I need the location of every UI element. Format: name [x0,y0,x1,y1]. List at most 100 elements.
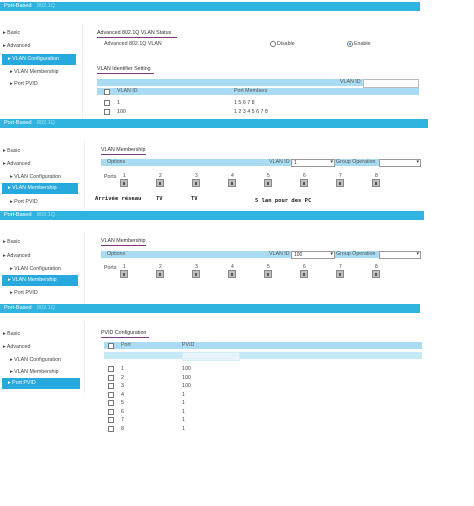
row-checkbox[interactable] [108,400,114,406]
nav-vlan-membership[interactable]: ▸ VLAN Membership [10,69,59,75]
ethernet-port-icon[interactable] [336,270,344,278]
nav-vlan-membership[interactable]: ▸ VLAN Membership [2,275,78,286]
row-checkbox[interactable] [108,425,114,432]
group-operation-label: Group Operation [336,251,376,257]
pvid-table-header [104,342,422,349]
nav-basic[interactable]: ▸ Basic [3,331,20,337]
nav-advanced[interactable]: ▸ Advanced [3,43,30,49]
ethernet-port-icon[interactable] [120,270,128,278]
row-pvid: 100 [182,383,191,389]
row-port: 3 [121,383,124,389]
nav-port-pvid[interactable]: ▸ Port PVID [2,378,80,389]
vlan-id-label: VLAN ID [269,159,290,165]
tab-port-based[interactable]: Port-Based [4,2,32,11]
col-vlan-id: VLAN ID [117,88,138,94]
tab-port-based[interactable]: Port-Based [4,304,32,313]
ethernet-port-icon[interactable] [336,179,344,187]
row-checkbox[interactable] [108,408,114,415]
top-tab-bar: Port-Based 802.1Q [0,211,424,220]
nav-vlan-configuration[interactable]: ▸ VLAN Configuration [2,54,76,65]
nav-vlan-configuration[interactable]: ▸ VLAN Configuration [10,266,61,272]
vlan-id-setting-title: VLAN Identifier Setting [97,66,151,72]
options-label: Options [107,159,126,165]
row-port: 2 [121,374,124,381]
nav-basic[interactable]: ▸ Basic [3,239,20,245]
sidebar: ▸ Basic ▸ Advanced ▸ VLAN Configuration … [0,323,85,393]
row-port: 6 [121,408,124,415]
vlan-id-select[interactable]: 100 [291,251,335,259]
row-pvid: 100 [182,366,191,372]
row-checkbox[interactable] [108,374,114,381]
select-all-checkbox[interactable] [104,89,110,95]
row-checkbox[interactable] [108,391,114,398]
nav-advanced[interactable]: ▸ Advanced [3,344,30,350]
ethernet-port-icon[interactable] [300,179,308,187]
row-checkbox[interactable] [108,366,114,372]
annotation-lan-pc: 5 lan pour des PC [255,198,312,204]
ethernet-port-icon[interactable] [372,179,380,187]
nav-vlan-configuration[interactable]: ▸ VLAN Configuration [10,357,61,363]
vlan-id-input[interactable] [363,79,419,88]
ethernet-port-icon[interactable] [264,179,272,187]
title-underline [101,337,149,338]
ethernet-port-icon[interactable] [300,270,308,278]
vlan-membership-title: VLAN Membership [101,147,146,153]
row-checkbox-1[interactable] [104,100,110,106]
tab-port-based[interactable]: Port-Based [4,211,32,220]
title-underline [101,154,146,155]
ethernet-port-icon[interactable] [120,179,128,187]
nav-port-pvid[interactable]: ▸ Port PVID [10,199,38,205]
group-operation-select[interactable] [379,159,421,167]
row-pvid: 1 [182,417,185,423]
select-all-checkbox[interactable] [108,343,114,349]
nav-port-pvid[interactable]: ▸ Port PVID [10,290,38,296]
ethernet-port-icon[interactable] [192,179,200,187]
vlan-id-label: VLAN ID [340,79,361,85]
ethernet-port-icon[interactable] [228,179,236,187]
col-port-members: Port Members [234,88,268,94]
ethernet-port-icon[interactable] [228,270,236,278]
group-operation-select[interactable] [379,251,421,259]
sidebar: ▸ Basic ▸ Advanced ▸ VLAN Configuration … [0,141,85,209]
ports-label: Ports [104,174,117,180]
nav-vlan-membership[interactable]: ▸ VLAN Membership [10,369,59,375]
ethernet-port-icon[interactable] [264,270,272,278]
vlan-status-title: Advanced 802.1Q VLAN Status [97,30,172,36]
row-vlan-id: 100 [117,109,126,115]
nav-advanced[interactable]: ▸ Advanced [3,161,30,167]
row-checkbox[interactable] [108,383,114,389]
tab-802-1q[interactable]: 802.1Q [37,2,55,11]
enable-radio[interactable] [347,41,353,47]
tab-port-based[interactable]: Port-Based [4,119,32,128]
tab-802-1q[interactable]: 802.1Q [37,211,55,220]
annotation-tv: TV [156,196,163,202]
row-pvid: 1 [182,408,185,415]
nav-basic[interactable]: ▸ Basic [3,148,20,154]
row-port: 7 [121,417,124,423]
nav-vlan-membership[interactable]: ▸ VLAN Membership [2,183,78,194]
sidebar: ▸ Basic ▸ Advanced ▸ VLAN Configuration … [0,23,83,118]
row-pvid: 1 [182,400,185,406]
disable-radio[interactable] [270,41,276,47]
nav-vlan-configuration[interactable]: ▸ VLAN Configuration [10,174,61,180]
top-tab-bar: Port-Based 802.1Q [0,119,428,128]
nav-advanced[interactable]: ▸ Advanced [3,253,30,259]
col-pvid: PVID [182,342,195,348]
vlan-id-select[interactable]: 1 [291,159,335,167]
options-label: Options [107,251,126,257]
nav-port-pvid[interactable]: ▸ Port PVID [10,81,38,87]
nav-basic[interactable]: ▸ Basic [3,30,20,36]
tab-802-1q[interactable]: 802.1Q [37,119,55,128]
vlan-membership-title: VLAN Membership [101,238,146,244]
pvid-input[interactable] [182,352,240,361]
row-checkbox[interactable] [108,417,114,423]
ethernet-port-icon[interactable] [192,270,200,278]
col-port: Port [121,342,131,348]
ethernet-port-icon[interactable] [156,270,164,278]
ethernet-port-icon[interactable] [372,270,380,278]
row-port: 5 [121,400,124,406]
ports-label: Ports [104,265,117,271]
tab-802-1q[interactable]: 802.1Q [37,304,55,313]
row-checkbox-100[interactable] [104,109,110,115]
ethernet-port-icon[interactable] [156,179,164,187]
